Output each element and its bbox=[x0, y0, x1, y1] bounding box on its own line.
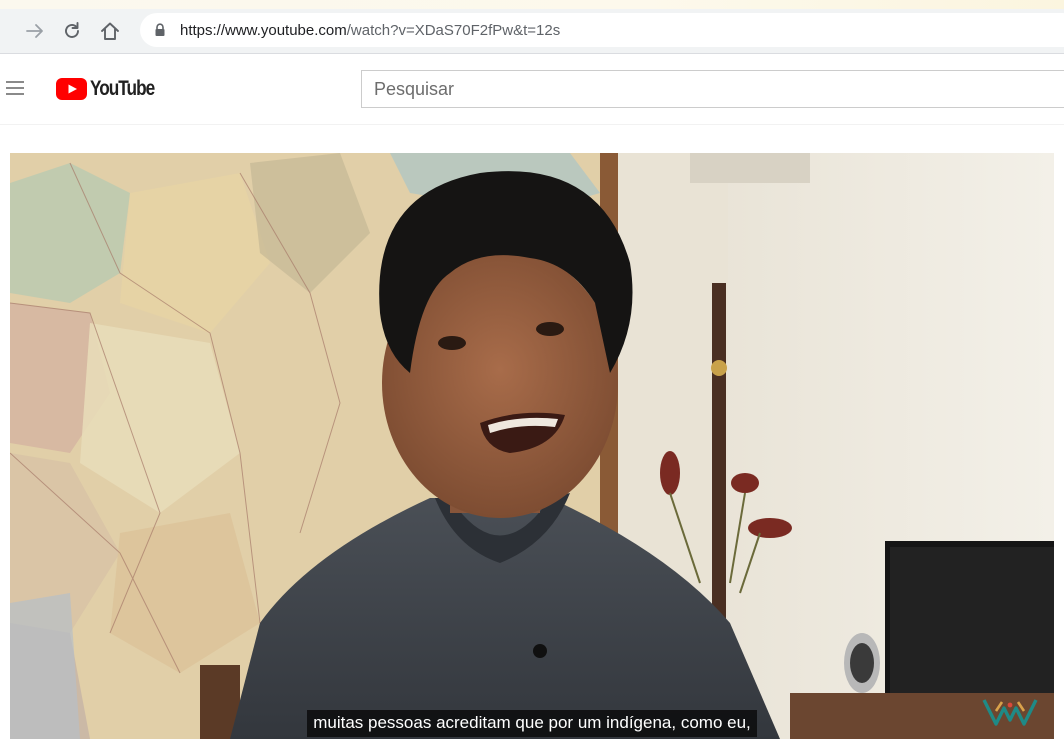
browser-toolbar: https://www.youtube.com/watch?v=XDaS70F2… bbox=[0, 0, 1064, 54]
menu-icon[interactable] bbox=[6, 81, 24, 95]
home-icon[interactable] bbox=[99, 20, 121, 42]
url-host: https://www.youtube.com bbox=[180, 22, 347, 39]
url-path: /watch?v=XDaS70F2fPw&t=12s bbox=[346, 22, 561, 39]
youtube-logo-text: YouTube bbox=[90, 77, 155, 100]
address-bar[interactable]: https://www.youtube.com/watch?v=XDaS70F2… bbox=[140, 13, 1064, 47]
channel-watermark-icon[interactable] bbox=[982, 697, 1038, 727]
subtitle-text: muitas pessoas acreditam que por um indí… bbox=[307, 710, 757, 737]
video-player[interactable]: muitas pessoas acreditam que por um indí… bbox=[10, 153, 1054, 739]
url-text[interactable]: https://www.youtube.com/watch?v=XDaS70F2… bbox=[180, 22, 560, 39]
youtube-header: YouTube bbox=[0, 55, 1064, 125]
search-box[interactable] bbox=[361, 70, 1064, 108]
lock-icon bbox=[155, 23, 165, 36]
video-frame bbox=[10, 153, 1054, 739]
reload-icon[interactable] bbox=[61, 20, 83, 42]
tab-strip-edge bbox=[0, 0, 1064, 9]
forward-icon[interactable] bbox=[24, 20, 46, 42]
caption-area: muitas pessoas acreditam que por um indí… bbox=[10, 710, 1054, 737]
youtube-play-icon bbox=[56, 78, 87, 100]
search-input[interactable] bbox=[362, 71, 1064, 107]
